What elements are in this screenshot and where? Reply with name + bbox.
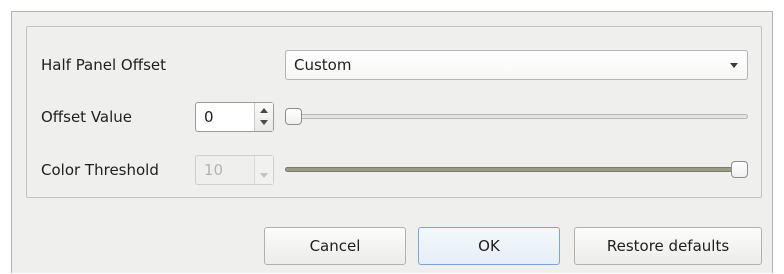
color-threshold-label: Color Threshold [41,161,159,179]
offset-value-label: Offset Value [41,108,133,126]
spin-up-icon[interactable] [260,108,268,113]
color-threshold-input: 10 [204,161,224,179]
settings-dialog: Half Panel Offset Custom Offset Value 0 … [11,11,773,273]
spin-down-icon [260,173,268,178]
cancel-button[interactable]: Cancel [264,227,406,265]
offset-value-spinbox[interactable]: 0 [195,102,274,132]
offset-value-slider-handle[interactable] [285,108,302,125]
half-panel-offset-combo[interactable]: Custom [285,50,748,80]
offset-value-input[interactable]: 0 [204,107,214,127]
offset-value-slider[interactable] [285,107,748,127]
color-threshold-spin-buttons [254,156,273,184]
spin-down-icon[interactable] [260,120,268,125]
color-threshold-slider-handle[interactable] [731,161,748,178]
offset-value-spin-buttons[interactable] [254,103,273,131]
settings-group: Half Panel Offset Custom Offset Value 0 … [26,26,762,198]
restore-defaults-button[interactable]: Restore defaults [574,227,762,265]
chevron-down-icon [730,63,738,68]
half-panel-offset-value: Custom [294,56,352,74]
ok-button[interactable]: OK [418,227,560,265]
offset-value-slider-groove [285,114,748,119]
color-threshold-spinbox: 10 [195,155,274,185]
half-panel-offset-label: Half Panel Offset [41,56,166,74]
color-threshold-slider-fill [285,167,740,172]
color-threshold-slider[interactable] [285,160,748,180]
